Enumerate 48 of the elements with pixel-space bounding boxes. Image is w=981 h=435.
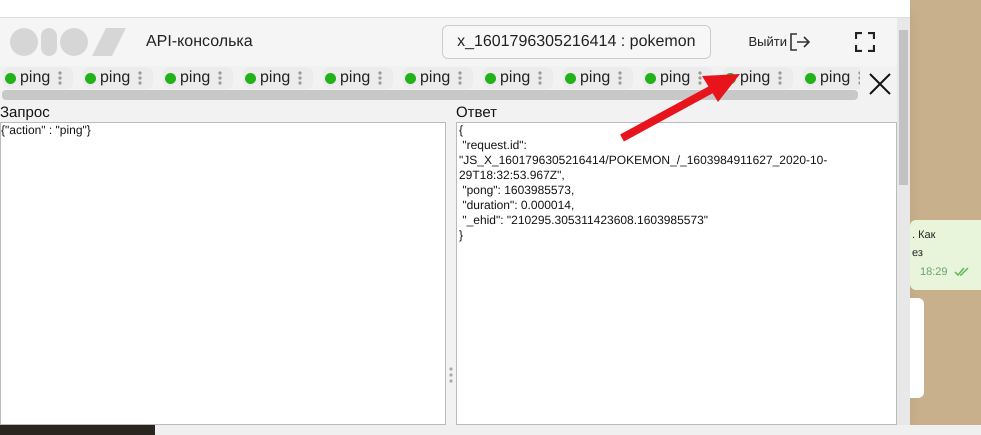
ping-tab[interactable]: ping [563,67,633,89]
kebab-menu-icon[interactable] [458,71,462,85]
kebab-menu-icon[interactable] [58,71,62,85]
vertical-scrollbar[interactable] [897,18,910,425]
ping-tab[interactable]: ping [243,67,313,89]
panel-label: Ответ [456,104,498,122]
tab-label: ping [100,68,130,88]
kebab-menu-icon[interactable] [138,71,142,85]
request-field[interactable]: {"action" : "ping"} [0,122,446,425]
logout-icon [789,32,811,52]
response-field[interactable]: { "request.id": "JS_X_1601796305216414/POKEMON_/_1603984911627_2020-10- 29T18:32:53.967Z", "pong": 1603985573, "duration": 0.000014, "_ehid": "210295.305311423608.1603985573" } [456,122,897,425]
tab-label: ping [180,68,210,88]
session-field: x_1601796305216414 : pokemon [442,25,710,59]
kebab-menu-icon[interactable] [378,71,382,85]
ping-tab[interactable]: ping [323,67,393,89]
kebab-menu-icon[interactable] [218,71,222,85]
ping-tab[interactable]: ping [3,67,73,89]
tab-label: ping [580,68,610,88]
message-time: 18:29 [920,265,948,280]
panel-label: Запрос [0,104,51,122]
tab-label: ping [340,68,370,88]
ping-tab[interactable]: ping [83,67,153,89]
tab-label: ping [820,68,850,88]
fullscreen-icon[interactable] [855,32,875,52]
kebab-menu-icon[interactable] [538,71,542,85]
ping-tab[interactable]: ping [803,67,860,89]
chat-text: ез [912,246,924,261]
ping-tab[interactable]: ping [163,67,233,89]
logout-button[interactable]: Выйти [748,32,811,52]
app-title: API-консолька [146,32,253,52]
double-check-icon [954,267,970,278]
kebab-menu-icon[interactable] [698,71,702,85]
kebab-menu-icon[interactable] [778,71,782,85]
tab-label: ping [660,68,690,88]
chat-text: . Как [912,228,936,243]
kebab-menu-icon[interactable] [298,71,302,85]
ping-tab[interactable]: ping [483,67,553,89]
ping-tab[interactable]: ping [643,67,713,89]
tab-label: ping [740,68,770,88]
ping-tab[interactable]: ping [403,67,473,89]
tab-label: ping [500,68,530,88]
resize-handle-icon[interactable] [449,366,453,382]
close-icon[interactable] [869,73,891,95]
tab-label: ping [420,68,450,88]
horizontal-scrollbar[interactable] [2,90,858,100]
kebab-menu-icon[interactable] [618,71,622,85]
tab-label: ping [260,68,290,88]
tab-label: ping [20,68,50,88]
